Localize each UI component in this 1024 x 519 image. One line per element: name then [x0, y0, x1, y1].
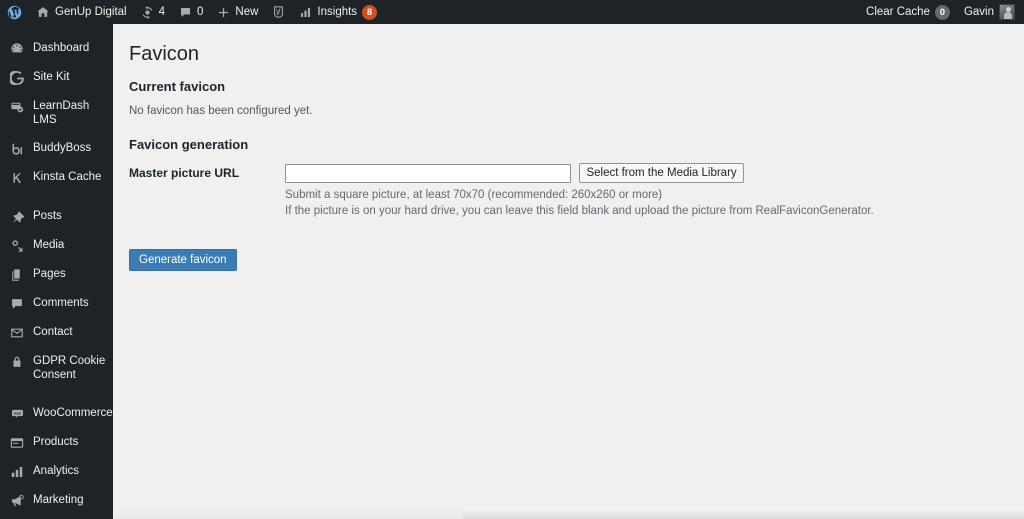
content-wrap: Favicon Current favicon No favicon has b… [113, 24, 1024, 271]
wordpress-logo-menu[interactable] [0, 0, 29, 24]
comment-icon [9, 296, 25, 311]
bar-chart-icon [299, 6, 312, 19]
kinsta-icon [9, 170, 25, 185]
current-favicon-message: No favicon has been configured yet. [129, 105, 313, 117]
new-content-label: New [235, 6, 259, 18]
sidebar-item-label: Comments [33, 297, 89, 309]
sidebar-item-label: LearnDash LMS [33, 100, 90, 126]
updates-menu[interactable]: 4 [134, 0, 172, 24]
sidebar-item-label: BuddyBoss [33, 142, 92, 154]
sidebar-item-analytics[interactable]: Analytics [0, 457, 113, 486]
sidebar-item-comments[interactable]: Comments [0, 289, 113, 318]
comments-menu[interactable]: 0 [172, 0, 210, 24]
master-picture-url-controls: Select from the Media Library Submit a s… [285, 163, 1004, 219]
sidebar-item-products[interactable]: Products [0, 428, 113, 457]
sidebar-item-pages[interactable]: Pages [0, 260, 113, 289]
products-icon [9, 435, 25, 450]
sidebar-item-kinsta-cache[interactable]: Kinsta Cache [0, 163, 113, 192]
yoast-seo-menu[interactable] [265, 0, 292, 24]
comments-count: 0 [197, 6, 204, 18]
learndash-icon [9, 99, 25, 114]
sidebar-item-label: Site Kit [33, 71, 70, 83]
updates-icon [141, 5, 154, 19]
sidebar-item-label: Contact [33, 326, 73, 338]
sidebar-item-label: Marketing [33, 494, 84, 506]
current-favicon-heading: Current favicon [129, 79, 226, 94]
megaphone-icon [9, 493, 25, 508]
sidebar-item-contact[interactable]: Contact [0, 318, 113, 347]
bottom-partial-panel-inner [463, 508, 1024, 519]
bottom-partial-panel [113, 500, 1024, 519]
help-text-size: Submit a square picture, at least 70x70 … [285, 189, 663, 201]
pages-icon [9, 267, 25, 282]
sidebar-item-label: Posts [33, 210, 62, 222]
sidebar-item-woocommerce[interactable]: woo WooCommerce [0, 399, 113, 428]
sidebar-item-marketing[interactable]: Marketing [0, 486, 113, 515]
clear-cache-badge: 0 [934, 4, 950, 20]
updates-count: 4 [158, 6, 165, 18]
avatar [999, 4, 1015, 20]
page-title: Favicon [129, 43, 200, 65]
menu-separator [0, 515, 113, 519]
lock-icon [9, 354, 25, 369]
bar-chart-icon [9, 464, 25, 479]
sidebar-item-label: Kinsta Cache [33, 171, 102, 183]
master-picture-url-label: Master picture URL [129, 166, 240, 180]
new-content-menu[interactable]: New [210, 0, 265, 24]
sidebar-item-label: Media [33, 239, 65, 251]
media-icon [9, 238, 25, 253]
insights-label: Insights [317, 6, 358, 18]
sidebar-item-learndash-lms[interactable]: LearnDash LMS [0, 92, 113, 134]
sidebar-item-label: WooCommerce [33, 407, 113, 419]
site-name-label: GenUp Digital [55, 6, 127, 18]
sidebar-item-label: Products [33, 436, 79, 448]
dashboard-icon [9, 41, 25, 56]
sidebar-item-label: GDPR Cookie Consent [33, 355, 106, 381]
favicon-generation-heading: Favicon generation [129, 137, 249, 152]
sidebar-item-buddyboss[interactable]: BuddyBoss [0, 134, 113, 163]
account-menu[interactable]: Gavin [957, 0, 1024, 24]
sidebar-item-gdpr-cookie-consent[interactable]: GDPR Cookie Consent [0, 347, 113, 389]
master-picture-url-input[interactable] [285, 163, 571, 183]
admin-bar: GenUp Digital 4 0 New Insights 8 Clear C… [0, 0, 1024, 24]
yoast-icon [272, 5, 285, 19]
woocommerce-icon: woo [9, 406, 25, 421]
site-name-menu[interactable]: GenUp Digital [29, 0, 134, 24]
sidebar-item-posts[interactable]: Posts [0, 202, 113, 231]
envelope-icon [9, 325, 25, 340]
sidebar-item-dashboard[interactable]: Dashboard [0, 34, 113, 63]
help-text-upload: If the picture is on your hard drive, yo… [285, 205, 874, 217]
clear-cache-menu[interactable]: Clear Cache 0 [859, 0, 957, 24]
sidebar-item-media[interactable]: Media [0, 231, 113, 260]
insights-menu[interactable]: Insights 8 [292, 0, 384, 24]
select-from-media-library-button[interactable]: Select from the Media Library [579, 163, 744, 183]
sidebar-item-label: Dashboard [33, 42, 90, 54]
comment-icon [179, 6, 192, 19]
svg-text:woo: woo [12, 411, 21, 415]
sidebar-item-label: Pages [33, 268, 66, 280]
insights-badge: 8 [362, 4, 378, 20]
generate-favicon-button[interactable]: Generate favicon [129, 249, 237, 271]
admin-sidebar-menu: Dashboard Site Kit LearnDash LMS BuddyBo… [0, 24, 113, 519]
sitekit-icon [9, 70, 25, 85]
master-picture-url-row: Master picture URL Select from the Media… [129, 163, 1004, 219]
account-name-label: Gavin [963, 6, 994, 18]
sidebar-item-site-kit[interactable]: Site Kit [0, 63, 113, 92]
menu-separator [0, 192, 113, 202]
sidebar-item-label: Analytics [33, 465, 80, 477]
pin-icon [9, 209, 25, 224]
plus-icon [217, 6, 230, 19]
menu-separator [0, 24, 113, 34]
home-icon [36, 5, 50, 19]
clear-cache-label: Clear Cache [866, 6, 930, 18]
favicon-generation-form: Master picture URL Select from the Media… [129, 163, 1004, 219]
buddyboss-icon [9, 141, 25, 156]
main-content: Favicon Current favicon No favicon has b… [113, 24, 1024, 519]
menu-separator [0, 389, 113, 399]
wordpress-icon [7, 5, 22, 20]
